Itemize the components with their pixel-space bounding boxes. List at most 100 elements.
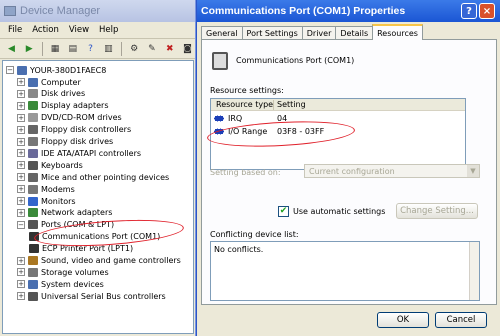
tree-category[interactable]: + Storage volumes [17, 266, 109, 278]
expand-icon[interactable]: + [17, 137, 25, 146]
tree-category[interactable]: + Monitors [17, 195, 76, 207]
device-category-icon [28, 77, 38, 87]
expand-icon[interactable]: + [17, 101, 25, 110]
ok-button[interactable]: OK [377, 312, 429, 328]
forward-icon[interactable]: ▶ [22, 41, 37, 56]
expand-icon[interactable]: + [17, 185, 25, 194]
menu-help[interactable]: Help [99, 25, 118, 35]
expand-icon[interactable]: + [17, 89, 25, 98]
expand-icon[interactable]: + [17, 149, 25, 158]
tree-item-label: Universal Serial Bus controllers [41, 291, 166, 301]
device-category-icon [28, 220, 38, 230]
collapse-icon[interactable]: − [17, 220, 25, 229]
tab-resources[interactable]: Resources [372, 24, 423, 40]
cancel-button[interactable]: Cancel [435, 312, 487, 328]
tab-details[interactable]: Details [335, 26, 374, 40]
setting-based-on-label: Setting based on: [210, 168, 281, 177]
tree-category[interactable]: + Keyboards [17, 159, 83, 171]
change-setting-button[interactable]: Change Setting... [396, 203, 478, 219]
expand-icon[interactable]: + [17, 113, 25, 122]
scan-hardware-icon[interactable]: ⚙ [127, 41, 142, 56]
menu-file[interactable]: File [8, 25, 22, 35]
menu-bar: File Action View Help [0, 22, 195, 39]
col-resource-type[interactable]: Resource type [216, 100, 273, 109]
tree-item-label: Display adapters [41, 101, 109, 111]
tree-category[interactable]: + Mice and other pointing devices [17, 171, 169, 183]
device-category-icon [28, 137, 38, 146]
menu-view[interactable]: View [69, 25, 89, 35]
update-driver-icon[interactable]: ✎ [145, 41, 160, 56]
tree-category[interactable]: + Disk drives [17, 88, 85, 100]
menu-action[interactable]: Action [32, 25, 59, 35]
tree-category[interactable]: + Network adapters [17, 207, 112, 219]
port-icon [212, 52, 228, 70]
expand-icon[interactable]: + [17, 125, 25, 134]
tree-item-label: Network adapters [41, 208, 113, 218]
collapse-icon[interactable]: − [6, 66, 14, 74]
expand-icon[interactable]: + [17, 268, 25, 277]
list-view-icon[interactable]: ▥ [101, 41, 116, 56]
expand-icon[interactable]: + [17, 197, 25, 205]
device-manager-window: Device Manager File Action View Help ◀ ▶… [0, 0, 196, 336]
device-category-icon [28, 196, 38, 206]
help-icon[interactable]: ? [83, 41, 98, 56]
tab-general[interactable]: General [201, 26, 243, 40]
tree-category[interactable]: + Modems [17, 183, 75, 195]
expand-icon[interactable]: + [17, 78, 25, 86]
col-setting[interactable]: Setting [277, 100, 306, 109]
expand-icon[interactable]: + [17, 173, 25, 182]
expand-icon[interactable]: + [17, 208, 25, 217]
automatic-settings-label[interactable]: Use automatic settings [293, 207, 385, 216]
device-category-icon [28, 208, 38, 218]
tab-port-settings[interactable]: Port Settings [241, 26, 303, 40]
setting-based-on-value: Current configuration [309, 167, 395, 176]
tree-root-label: YOUR-380D1FAEC8 [30, 65, 107, 75]
tree-category[interactable]: + Computer [17, 76, 81, 88]
setting-based-on-select[interactable]: Current configuration ▼ [304, 164, 480, 178]
tree-category[interactable]: + Floppy disk drives [17, 136, 113, 148]
conflict-text: No conflicts. [214, 245, 264, 254]
expand-icon[interactable]: + [17, 161, 25, 170]
tree-view-icon[interactable]: ▦ [48, 41, 63, 56]
device-category-icon [28, 101, 38, 111]
device-category-icon [28, 291, 38, 301]
tree-category[interactable]: + DVD/CD-ROM drives [17, 112, 122, 124]
toolbar-divider [120, 41, 122, 56]
automatic-settings-checkbox[interactable]: ✔ [278, 206, 289, 217]
conflict-list-label: Conflicting device list: [210, 230, 299, 239]
tree-category[interactable]: + IDE ATA/ATAPI controllers [17, 147, 141, 159]
device-category-icon [28, 148, 38, 158]
tree-item-label: DVD/CD-ROM drives [41, 113, 122, 123]
device-category-icon [28, 160, 38, 170]
tab-driver[interactable]: Driver [301, 26, 337, 40]
properties-dialog: Communications Port (COM1) Properties ? … [196, 0, 500, 336]
properties-title: Communications Port (COM1) Properties [201, 5, 406, 17]
tree-item-label: Disk drives [41, 89, 86, 99]
tree-category[interactable]: + Floppy disk controllers [17, 124, 131, 136]
close-button[interactable]: × [479, 3, 495, 19]
expand-icon[interactable]: + [17, 292, 25, 301]
disable-icon[interactable]: ◙ [180, 41, 195, 56]
help-button[interactable]: ? [461, 3, 477, 19]
expand-icon[interactable]: + [17, 256, 25, 265]
device-tree[interactable]: − YOUR-380D1FAEC8 + Computer + Disk drives +… [2, 60, 194, 334]
uninstall-icon[interactable]: ✖ [162, 41, 177, 56]
tree-category[interactable]: + Sound, video and game controllers [17, 255, 181, 267]
device-manager-titlebar[interactable]: Device Manager [0, 0, 195, 22]
tree-root[interactable]: − YOUR-380D1FAEC8 [6, 64, 106, 76]
back-icon[interactable]: ◀ [4, 41, 19, 56]
resource-list-header: Resource type Setting [211, 99, 465, 111]
properties-titlebar[interactable]: Communications Port (COM1) Properties [197, 0, 500, 22]
tree-category[interactable]: + Universal Serial Bus controllers [17, 290, 166, 302]
chevron-down-icon[interactable]: ▼ [467, 165, 479, 177]
resource-settings-label: Resource settings: [210, 86, 284, 95]
conflict-list[interactable]: No conflicts. [210, 241, 480, 301]
tree-category[interactable]: + System devices [17, 278, 104, 290]
tree-item-label: IDE ATA/ATAPI controllers [41, 148, 142, 158]
tree-category[interactable]: + Display adapters [17, 100, 109, 112]
expand-icon[interactable]: + [17, 280, 25, 289]
properties-icon[interactable]: ▤ [65, 41, 80, 56]
conflict-scrollbar[interactable] [469, 242, 479, 300]
tree-item-label: Floppy disk drives [41, 137, 114, 146]
resource-chip-icon [214, 115, 224, 122]
